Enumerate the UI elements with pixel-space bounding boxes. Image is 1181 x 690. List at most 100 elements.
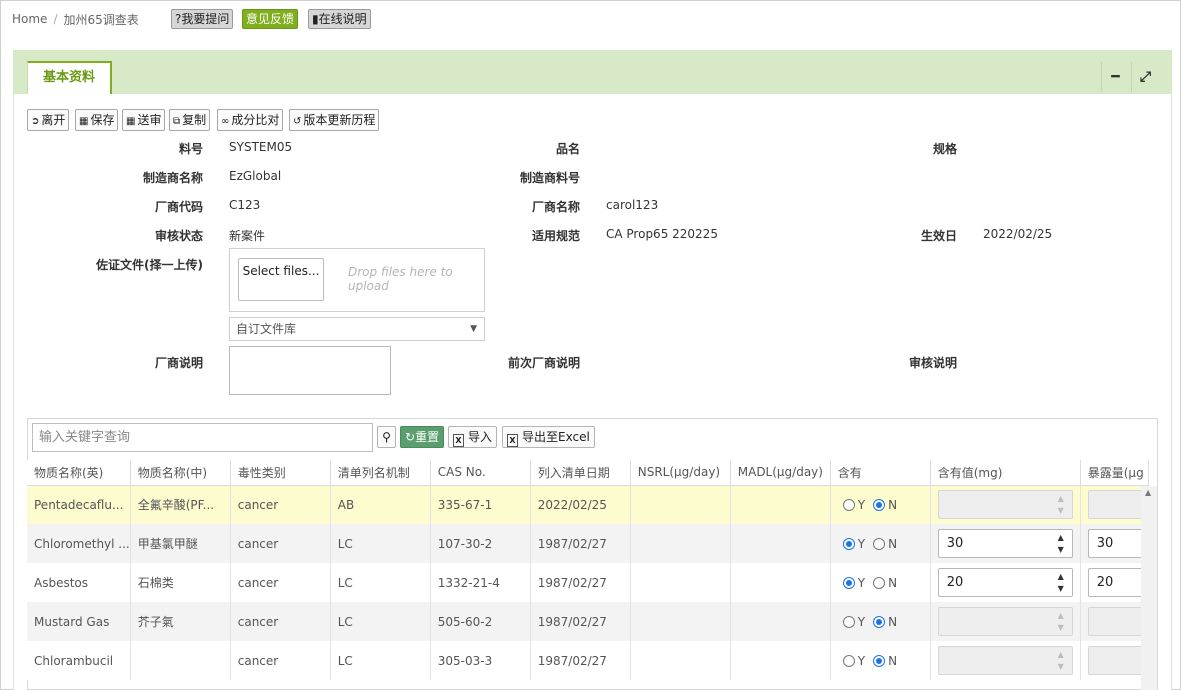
stepper-arrows-icon: ▲ ▼	[1057, 611, 1064, 632]
table-row[interactable]: Chloromethyl ... 甲基氯甲醚 cancer LC 107-30-2 198…	[27, 524, 1149, 563]
cell-tox: cancer	[230, 485, 331, 524]
contains-yes-radio[interactable]	[842, 576, 855, 589]
import-label: 导入	[468, 430, 493, 444]
select-files-button[interactable]: Select files...	[238, 258, 324, 301]
cell-exposure: 30	[1080, 524, 1149, 563]
value-text: 30	[946, 536, 964, 551]
expand-icon[interactable]: ⤢	[1131, 62, 1159, 92]
radio-label-no: N	[888, 536, 898, 551]
submit-label: 送审	[137, 113, 162, 127]
table-row[interactable]: Chlorambucil cancer LC 305-03-3 1987/02/27 Y N…	[27, 641, 1149, 680]
column-header[interactable]: 物质名称(中)	[130, 460, 231, 486]
exposure-input[interactable]: 20	[1087, 568, 1148, 597]
radio-label-yes: Y	[857, 614, 866, 629]
column-header[interactable]: 列入清单日期	[530, 460, 631, 486]
contains-yes-radio[interactable]	[842, 498, 855, 511]
copy-label: 复制	[182, 113, 207, 127]
ask-question-button[interactable]: ?我要提问	[171, 9, 234, 29]
table-row[interactable]: Asbestos 石棉类 cancer LC 1332-21-4 1987/02/27 Y N…	[27, 563, 1149, 602]
value-stepper: ▲ ▼	[937, 490, 1073, 520]
part-no-value: SYSTEM05	[229, 140, 293, 154]
minimize-icon[interactable]: ━	[1101, 62, 1129, 92]
copy-button[interactable]: ⧉ 复制	[169, 109, 211, 131]
scroll-up-icon[interactable]: ▲	[1145, 488, 1151, 497]
drop-hint: Drop files here to upload	[348, 265, 453, 293]
cell-exposure: 20	[1080, 563, 1149, 602]
column-header[interactable]: 清单列名机制	[330, 460, 431, 486]
tab-basic-info[interactable]: 基本资料	[27, 61, 112, 95]
column-header[interactable]: 物质名称(英)	[27, 460, 131, 486]
column-header[interactable]: NSRL(μg/day)	[630, 460, 731, 486]
feedback-button[interactable]: 意见反馈	[242, 9, 299, 29]
cell-cas: 1332-21-4	[430, 563, 531, 602]
leave-button[interactable]: ➲ 离开	[27, 109, 70, 131]
contains-yes-radio[interactable]	[842, 537, 855, 550]
contains-yes-radio[interactable]	[842, 654, 855, 667]
value-stepper[interactable]: 20 ▲ ▼	[937, 568, 1073, 597]
stepper-arrows-icon[interactable]: ▲ ▼	[1050, 569, 1072, 596]
mfr-part-label: 制造商料号	[519, 171, 580, 185]
cell-date: 1987/02/27	[530, 641, 631, 680]
vertical-scrollbar[interactable]: ▲	[1141, 486, 1157, 690]
radio-label-no: N	[888, 653, 898, 668]
vendor-note-textarea[interactable]	[229, 346, 391, 395]
table-row[interactable]: Pentadecaflu... 全氟辛酸(PF... cancer AB 335-67-…	[27, 485, 1149, 524]
review-status-value: 新案件	[229, 229, 266, 243]
cell-madl	[730, 602, 831, 641]
save-button[interactable]: ▦ 保存	[75, 109, 119, 131]
online-help-button[interactable]: ▮在线说明	[308, 9, 371, 29]
compare-button[interactable]: ∞ 成分比对	[217, 109, 284, 131]
contains-no-radio[interactable]	[873, 615, 886, 628]
cell-en: Asbestos	[27, 563, 131, 602]
cell-value: 30 ▲ ▼	[930, 524, 1081, 563]
cell-date: 2022/02/25	[530, 485, 631, 524]
book-icon: ▮	[312, 12, 319, 26]
product-name-label: 品名	[555, 142, 580, 156]
cell-value: ▲ ▼	[930, 641, 1081, 680]
search-button[interactable]: ⚲	[377, 426, 396, 448]
regulation-value: CA Prop65 220225	[606, 227, 718, 241]
cell-nsrl	[630, 563, 731, 602]
cell-mech: LC	[330, 563, 431, 602]
chevron-down-icon: ▼	[470, 324, 477, 334]
column-header[interactable]: 毒性类别	[230, 460, 331, 486]
cell-cas: 305-03-3	[430, 641, 531, 680]
search-input[interactable]: 输入关键字查询	[32, 423, 373, 452]
file-upload-zone[interactable]: Select files... Drop files here to uploa…	[229, 248, 485, 312]
value-stepper[interactable]: 30 ▲ ▼	[937, 529, 1073, 558]
contains-no-radio[interactable]	[873, 537, 886, 550]
column-header[interactable]: MADL(μg/day)	[730, 460, 831, 486]
column-header[interactable]: 含有	[830, 460, 931, 486]
review-status-label: 审核状态	[154, 229, 203, 243]
column-header[interactable]: 暴露量(μg	[1080, 460, 1149, 486]
refresh-icon: ↻	[405, 430, 416, 444]
history-button[interactable]: ↺ 版本更新历程	[289, 109, 380, 131]
submit-button[interactable]: ▦ 送审	[122, 109, 166, 131]
contains-yes-radio[interactable]	[842, 615, 855, 628]
reset-label: 重置	[415, 430, 440, 444]
contains-no-radio[interactable]	[873, 498, 886, 511]
breadcrumb-current: 加州65调查表	[63, 12, 139, 27]
prev-vendor-note-label: 前次厂商说明	[507, 356, 580, 370]
document-library-select[interactable]: 自订文件库 ▼	[229, 317, 485, 341]
reset-button[interactable]: ↻重置	[400, 426, 445, 448]
exposure-input[interactable]: 30	[1087, 529, 1148, 558]
save-label: 保存	[90, 113, 115, 127]
cell-zh: 全氟辛酸(PF...	[130, 485, 231, 524]
cell-exposure	[1080, 485, 1149, 524]
spec-label: 规格	[932, 142, 957, 156]
breadcrumb-home[interactable]: Home	[12, 12, 47, 26]
column-header[interactable]: 含有值(mg)	[930, 460, 1081, 486]
contains-no-radio[interactable]	[873, 654, 886, 667]
export-excel-button[interactable]: X 导出至Excel	[502, 426, 595, 448]
cell-nsrl	[630, 485, 731, 524]
table-row[interactable]: Mustard Gas 芥子氣 cancer LC 505-60-2 1987/02/27…	[27, 602, 1149, 641]
contains-no-radio[interactable]	[873, 576, 886, 589]
stepper-arrows-icon[interactable]: ▲ ▼	[1050, 530, 1072, 557]
regulation-label: 适用规范	[531, 229, 580, 243]
cell-date: 1987/02/27	[530, 524, 631, 563]
search-icon: ⚲	[382, 430, 391, 444]
cell-contains: YN	[830, 485, 931, 524]
column-header[interactable]: CAS No.	[430, 460, 531, 486]
import-button[interactable]: X 导入	[448, 426, 498, 448]
